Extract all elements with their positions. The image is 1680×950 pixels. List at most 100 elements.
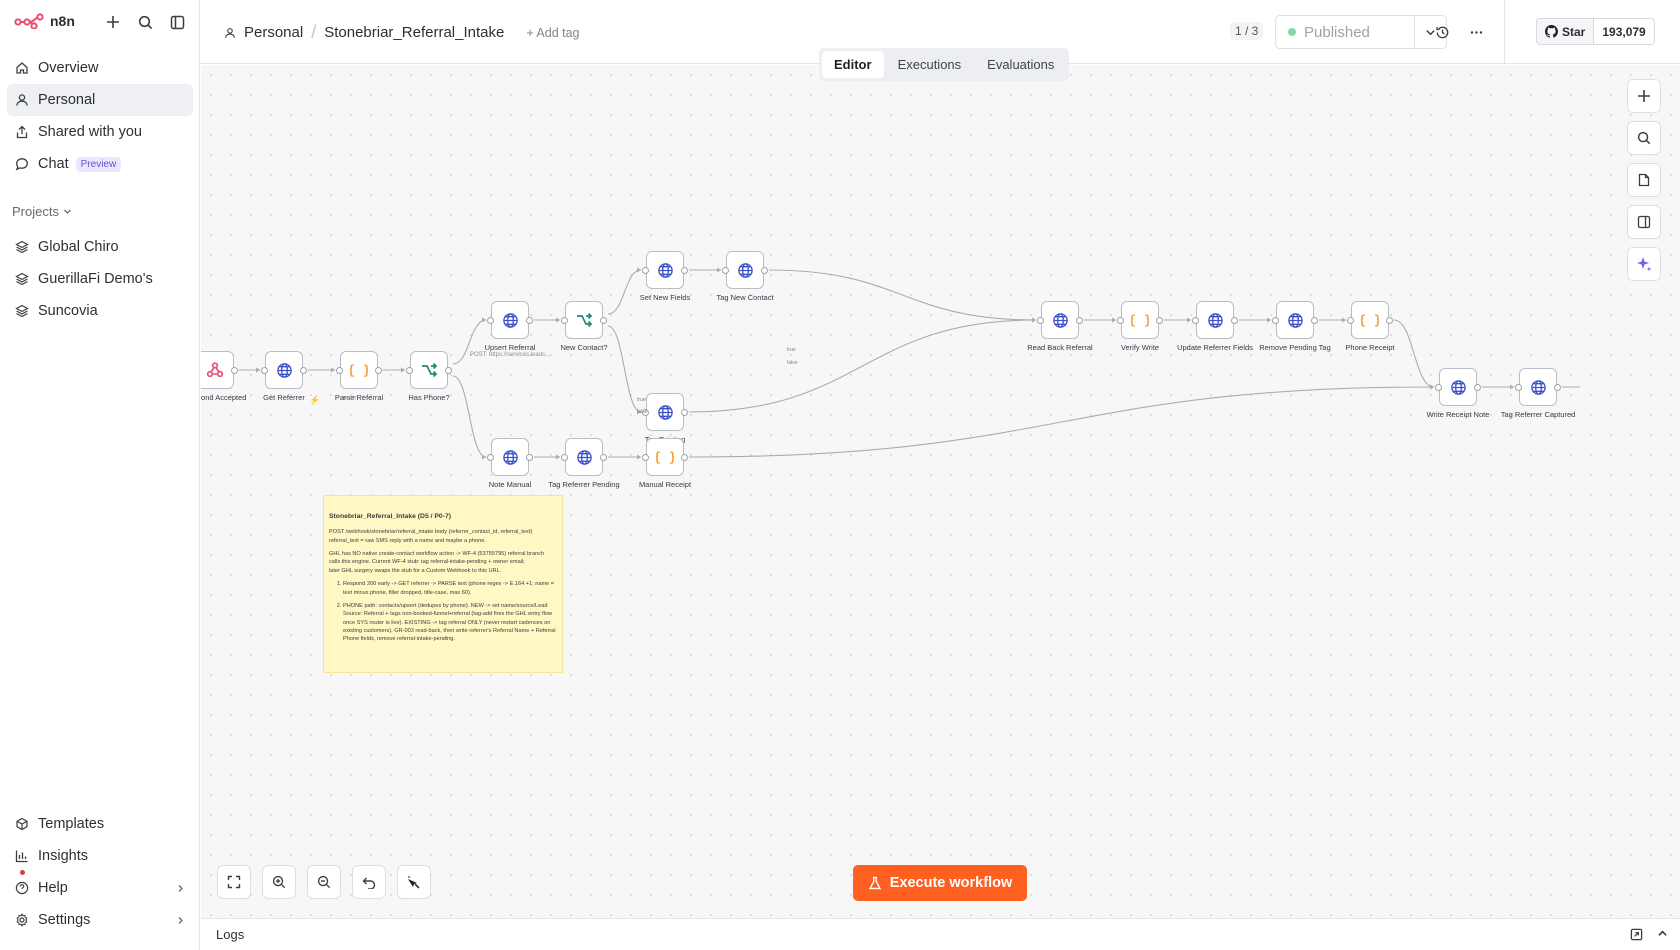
project-suncovia[interactable]: Suncovia	[7, 295, 193, 327]
input-handle[interactable]	[561, 454, 568, 461]
connection-manualreceipt-writereceipt[interactable]	[688, 386, 1435, 458]
connection-phonereceipt-writereceipt[interactable]	[1393, 319, 1435, 388]
node-tagnew[interactable]	[722, 251, 768, 289]
connection-tagnew-readback[interactable]	[768, 269, 1037, 321]
node-notemanual[interactable]	[487, 438, 533, 476]
input-handle[interactable]	[561, 317, 568, 324]
collapse-sidebar-button[interactable]	[167, 12, 187, 32]
node-phonereceipt[interactable]: { }	[1347, 301, 1393, 339]
tab-evaluations[interactable]: Evaluations	[975, 51, 1066, 78]
ai-assistant-button[interactable]	[1627, 247, 1661, 281]
publish-status-button[interactable]: Published	[1275, 15, 1415, 49]
nav-chat[interactable]: Chat Preview	[7, 148, 193, 180]
add-tag-button[interactable]: + Add tag	[526, 26, 579, 40]
output-handle[interactable]	[1311, 317, 1318, 324]
node-newcontact[interactable]	[561, 301, 607, 339]
output-handle[interactable]	[375, 367, 382, 374]
logs-panel-bar[interactable]: Logs	[201, 918, 1680, 950]
input-handle[interactable]	[722, 267, 729, 274]
breadcrumb-project[interactable]: Personal	[244, 24, 303, 41]
output-handle[interactable]	[526, 454, 533, 461]
output-handle[interactable]	[681, 409, 688, 416]
pop-out-icon[interactable]	[1630, 928, 1643, 941]
tidy-up-button[interactable]	[397, 865, 431, 899]
workflow-canvas[interactable]: Stonebriar_Referral_Intake (D5 / P0-7) P…	[201, 65, 1680, 918]
output-handle[interactable]	[1231, 317, 1238, 324]
project-global-chiro[interactable]: Global Chiro	[7, 231, 193, 263]
input-handle[interactable]	[1435, 384, 1442, 391]
zoom-in-button[interactable]	[262, 865, 296, 899]
add-node-button[interactable]	[1627, 79, 1661, 113]
output-handle[interactable]	[1554, 384, 1561, 391]
workflow-name[interactable]: Stonebriar_Referral_Intake	[324, 24, 504, 41]
output-handle[interactable]	[300, 367, 307, 374]
nav-settings[interactable]: Settings	[7, 904, 193, 936]
connection-newcontact-setnew[interactable]	[607, 269, 642, 315]
history-button[interactable]	[1432, 22, 1452, 42]
node-parse[interactable]: { }	[336, 351, 382, 389]
input-handle[interactable]	[261, 367, 268, 374]
fit-view-button[interactable]	[217, 865, 251, 899]
nav-help[interactable]: Help	[7, 870, 193, 904]
nav-shared[interactable]: Shared with you	[7, 116, 193, 148]
undo-button[interactable]	[352, 865, 386, 899]
node-hasphone[interactable]	[406, 351, 452, 389]
input-handle[interactable]	[487, 317, 494, 324]
chevron-up-icon[interactable]	[1657, 928, 1668, 939]
connection-tagexist-readback[interactable]	[688, 319, 1037, 413]
node-writereceipt[interactable]	[1435, 368, 1481, 406]
input-handle[interactable]	[1272, 317, 1279, 324]
input-handle[interactable]	[406, 367, 413, 374]
node-verify[interactable]: { }	[1117, 301, 1163, 339]
node-tagpending[interactable]	[561, 438, 607, 476]
node-tagexist[interactable]	[642, 393, 688, 431]
node-upsert[interactable]	[487, 301, 533, 339]
nav-templates[interactable]: Templates	[7, 808, 193, 840]
output-handle[interactable]	[681, 454, 688, 461]
node-setnew[interactable]	[642, 251, 688, 289]
input-handle[interactable]	[487, 454, 494, 461]
tab-editor[interactable]: Editor	[822, 51, 884, 78]
version-indicator[interactable]: 1 / 3	[1230, 22, 1264, 40]
nav-insights[interactable]: Insights	[7, 840, 193, 872]
input-handle[interactable]	[642, 267, 649, 274]
logo[interactable]: n8n	[14, 13, 75, 29]
input-handle[interactable]	[1515, 384, 1522, 391]
output-handle[interactable]	[231, 367, 238, 374]
new-button[interactable]	[103, 12, 123, 32]
output-handle[interactable]	[1386, 317, 1393, 324]
output-handle[interactable]	[681, 267, 688, 274]
output-handle[interactable]	[761, 267, 768, 274]
output-handle[interactable]	[600, 317, 607, 324]
node-rmpend[interactable]	[1272, 301, 1318, 339]
node-readback[interactable]	[1037, 301, 1083, 339]
output-handle[interactable]	[1076, 317, 1083, 324]
output-handle[interactable]	[1156, 317, 1163, 324]
node-getref[interactable]	[261, 351, 307, 389]
output-handle[interactable]	[445, 367, 452, 374]
projects-heading[interactable]: Projects	[12, 204, 72, 219]
node-updref[interactable]	[1192, 301, 1238, 339]
input-handle[interactable]	[1117, 317, 1124, 324]
input-handle[interactable]	[1347, 317, 1354, 324]
nav-overview[interactable]: Overview	[7, 52, 193, 84]
toggle-panel-button[interactable]	[1627, 205, 1661, 239]
input-handle[interactable]	[336, 367, 343, 374]
project-guerillafi[interactable]: GuerillaFi Demo's	[7, 263, 193, 295]
input-handle[interactable]	[1192, 317, 1199, 324]
connection-hasphone-notemanual[interactable]	[452, 375, 487, 458]
output-handle[interactable]	[1474, 384, 1481, 391]
node-manualreceipt[interactable]: { }	[642, 438, 688, 476]
output-handle[interactable]	[600, 454, 607, 461]
input-handle[interactable]	[1037, 317, 1044, 324]
search-button[interactable]	[135, 12, 155, 32]
output-handle[interactable]	[526, 317, 533, 324]
nav-personal[interactable]: Personal	[7, 84, 193, 116]
node-respond[interactable]	[201, 351, 238, 389]
tab-executions[interactable]: Executions	[886, 51, 974, 78]
add-sticky-button[interactable]	[1627, 163, 1661, 197]
zoom-out-button[interactable]	[307, 865, 341, 899]
search-nodes-button[interactable]	[1627, 121, 1661, 155]
github-star-button[interactable]: Star 193,079	[1536, 18, 1655, 45]
input-handle[interactable]	[642, 454, 649, 461]
